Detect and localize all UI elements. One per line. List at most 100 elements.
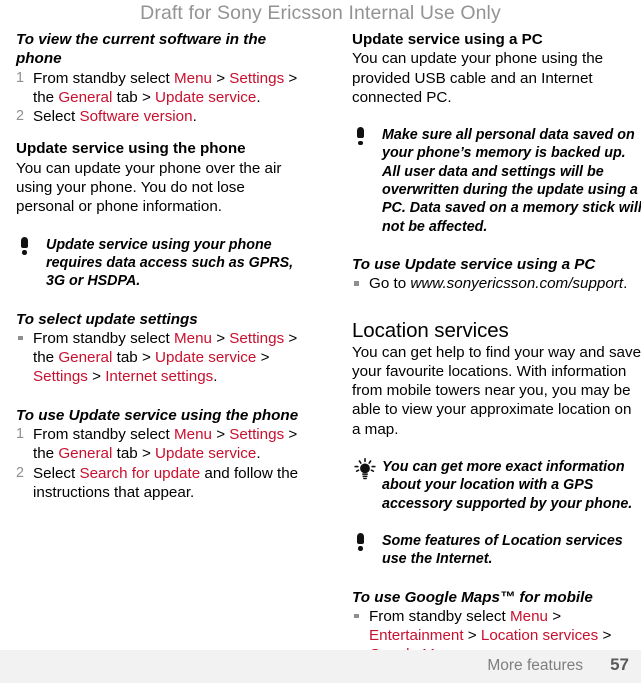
procedure-heading-use-google-maps: To use Google Maps™ for mobile	[352, 588, 593, 606]
step-item: Go to www.sonyericsson.com/support.	[352, 274, 641, 293]
step-item: From standby select Menu > Settings > th…	[16, 329, 306, 387]
ui-path-token: Menu	[173, 69, 212, 87]
step-text: >	[256, 349, 270, 367]
right-column: Update service using a PC You can update…	[352, 30, 641, 665]
ui-path-token: General	[58, 349, 113, 367]
step-item: 1 From standby select Menu > Settings > t…	[16, 425, 306, 464]
note-callout-data-access: Update service using your phone requires…	[16, 236, 306, 291]
section-body-update-service-pc: You can update your phone using the prov…	[352, 50, 604, 106]
tip-callout-text: You can get more exact information about…	[382, 459, 633, 512]
step-text: From standby select	[33, 69, 174, 87]
step-text: tab >	[112, 349, 156, 367]
step-text: >	[211, 69, 230, 87]
ui-path-token: Update service	[155, 349, 257, 367]
section-body-location-services: You can get help to find your way and sa…	[352, 343, 641, 438]
step-text: >	[87, 368, 106, 386]
draft-watermark-header: Draft for Sony Ericsson Internal Use Onl…	[140, 2, 501, 24]
step-text: Go to	[369, 275, 411, 293]
ui-path-token: Settings	[229, 426, 285, 444]
note-exclamation-icon	[20, 236, 29, 255]
ui-path-token: Search for update	[79, 464, 201, 482]
steps-use-update-service-phone: 1 From standby select Menu > Settings > t…	[16, 425, 306, 502]
procedure-heading-view-current-software: To view the current software in the phon…	[16, 31, 267, 68]
procedure-heading-use-update-service-pc: To use Update service using a PC	[352, 255, 596, 273]
step-text: Select	[33, 108, 80, 126]
step-bullet	[18, 335, 23, 341]
step-item: 2 Select Search for update and follow the…	[16, 464, 306, 503]
procedure-heading-use-update-service-phone: To use Update service using the phone	[16, 406, 299, 424]
page-footer: More features 57	[0, 650, 641, 683]
step-text: .	[213, 368, 218, 386]
step-text: >	[463, 627, 481, 645]
ui-path-token: General	[58, 445, 113, 463]
step-text: Select	[33, 464, 80, 482]
step-number: 1	[16, 426, 25, 443]
step-item: 2 Select Software version.	[16, 107, 306, 126]
steps-use-update-service-pc: Go to www.sonyericsson.com/support.	[352, 274, 641, 293]
ui-path-token: Update service	[155, 445, 257, 463]
note-callout-backup-data: Make sure all personal data saved on you…	[352, 126, 641, 236]
ui-path-token: General	[58, 88, 113, 106]
section-body-update-service-phone: You can update your phone over the air u…	[16, 159, 282, 216]
page-content: To view the current software in the phon…	[0, 30, 641, 663]
note-callout-internet-usage: Some features of Location services use t…	[352, 532, 641, 569]
step-text: >	[211, 329, 230, 347]
note-callout-text: Make sure all personal data saved on you…	[382, 127, 641, 235]
step-bullet	[354, 613, 359, 619]
ui-path-token: Menu	[173, 426, 212, 444]
step-text: From standby select	[369, 607, 510, 625]
step-text: .	[256, 445, 261, 463]
step-text: www.sonyericsson.com/support	[410, 275, 624, 293]
step-text: tab >	[112, 88, 156, 106]
step-text: From standby select	[33, 329, 174, 347]
ui-path-token: Settings	[229, 329, 285, 347]
procedure-heading-select-update-settings: To select update settings	[16, 310, 198, 328]
ui-path-token: Internet settings	[105, 368, 214, 386]
note-callout-text: Update service using your phone requires…	[46, 236, 294, 290]
section-heading-update-service-phone: Update service using the phone	[16, 140, 246, 158]
step-number: 1	[16, 69, 25, 86]
steps-view-current-software: 1 From standby select Menu > Settings > t…	[16, 69, 306, 127]
step-text: .	[623, 275, 628, 293]
step-item: 1 From standby select Menu > Settings > t…	[16, 69, 306, 108]
ui-path-token: Menu	[173, 329, 212, 347]
ui-path-token: Settings	[33, 368, 88, 386]
step-text: >	[211, 426, 230, 444]
ui-path-token: Software version	[79, 108, 193, 126]
ui-path-token: Menu	[509, 607, 548, 625]
note-exclamation-icon	[356, 532, 365, 551]
step-text: .	[256, 88, 261, 106]
step-number: 2	[16, 464, 25, 481]
step-text: >	[547, 607, 562, 625]
footer-chapter-name: More features	[487, 657, 583, 674]
steps-select-update-settings: From standby select Menu > Settings > th…	[16, 329, 306, 387]
step-text: tab >	[112, 445, 156, 463]
ui-path-token: Settings	[229, 69, 285, 87]
ui-path-token: Location services	[480, 627, 599, 645]
step-number: 2	[16, 108, 25, 125]
step-text: .	[192, 108, 197, 126]
step-text: >	[598, 627, 612, 645]
note-callout-text: Some features of Location services use t…	[382, 532, 623, 568]
section-heading-update-service-pc: Update service using a PC	[352, 31, 543, 48]
left-column: To view the current software in the phon…	[16, 30, 306, 502]
note-exclamation-icon	[356, 127, 365, 146]
tip-lightbulb-icon	[352, 458, 378, 480]
step-bullet	[354, 281, 359, 286]
tip-callout-gps-accessory: You can get more exact information about…	[352, 458, 641, 513]
ui-path-token: Update service	[155, 88, 257, 106]
ui-path-token: Entertainment	[369, 627, 464, 645]
footer-page-number: 57	[610, 655, 629, 674]
step-text: From standby select	[33, 426, 174, 444]
section-heading-location-services: Location services	[352, 318, 509, 342]
